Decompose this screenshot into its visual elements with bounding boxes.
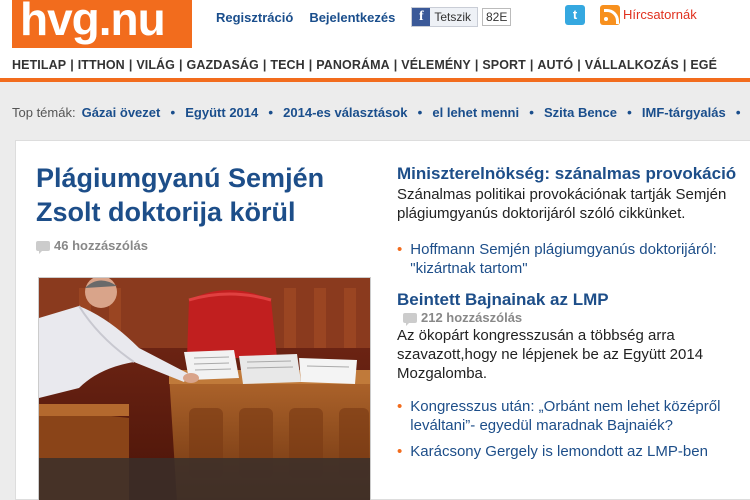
related-link[interactable]: • Kongresszus után: „Orbánt nem lehet kö… xyxy=(397,397,747,435)
topic-link[interactable]: el lehet menni xyxy=(432,105,519,120)
nav-separator: | xyxy=(529,58,534,72)
topic-link[interactable]: Gázai övezet xyxy=(82,105,161,120)
topic-link[interactable]: 2014-es választások xyxy=(283,105,407,120)
comment-bubble-icon xyxy=(403,312,417,326)
related-link-label: Karácsony Gergely is lemondott az LMP-be… xyxy=(410,443,708,460)
nav-separator: | xyxy=(682,58,687,72)
nav-item-hetilap[interactable]: HETILAP xyxy=(12,58,66,72)
topic-separator-dot: • xyxy=(417,104,423,120)
bullet-icon: • xyxy=(397,443,403,460)
story-comment-count-label: 212 hozzászólás xyxy=(421,310,523,325)
nav-item-gazdasag[interactable]: GAZDASÁG xyxy=(187,58,259,72)
story-comment-count[interactable]: 212 hozzászólás xyxy=(403,310,747,326)
nav-item-panorama[interactable]: PANORÁMA xyxy=(316,58,389,72)
nav-item-tech[interactable]: TECH xyxy=(270,58,304,72)
top-topics-bar: Top témák: Gázai övezet • Együtt 2014 • 20… xyxy=(12,104,750,120)
story-summary: Szánalmas politikai provokációnak tartjá… xyxy=(397,186,727,222)
bullet-icon: • xyxy=(397,241,403,258)
topic-separator-dot: • xyxy=(626,104,632,120)
facebook-icon: f xyxy=(412,8,431,26)
nav-separator: | xyxy=(393,58,398,72)
facebook-like-count: 82E xyxy=(482,8,512,26)
site-header: hvg.nu Regisztráció Bejelentkezés f Tets… xyxy=(0,0,750,52)
nav-item-vallalkozas[interactable]: VÁLLALKOZÁS xyxy=(585,58,679,72)
nav-separator: | xyxy=(308,58,313,72)
account-links: Regisztráció Bejelentkezés f Tetszik 82E xyxy=(216,7,512,27)
topic-separator-dot: • xyxy=(735,104,741,120)
nav-separator: | xyxy=(128,58,133,72)
site-logo[interactable]: hvg.nu xyxy=(12,0,192,48)
lead-comment-count-label: 46 hozzászólás xyxy=(54,238,148,253)
content-panel: Plágiumgyanú Semjén Zsolt doktorija körü… xyxy=(15,140,750,500)
right-column: Miniszterelnökség: szánalmas provokáció … xyxy=(397,163,747,461)
lead-article-title[interactable]: Plágiumgyanú Semjén Zsolt doktorija körü… xyxy=(36,161,366,229)
nav-item-itthon[interactable]: ITTHON xyxy=(78,58,125,72)
topic-separator-dot: • xyxy=(268,104,274,120)
nav-separator: | xyxy=(179,58,183,72)
facebook-like-button[interactable]: f Tetszik xyxy=(411,7,478,27)
nav-item-vilag[interactable]: VILÁG xyxy=(136,58,175,72)
story-title[interactable]: Beintett Bajnainak az LMP xyxy=(397,289,747,310)
rss-icon[interactable] xyxy=(600,5,620,25)
nav-separator: | xyxy=(262,58,267,72)
site-logo-text: hvg.nu xyxy=(20,0,166,45)
topic-link[interactable]: Szita Bence xyxy=(544,105,617,120)
nav-item-egeszseg[interactable]: EGÉ xyxy=(690,58,717,72)
related-link[interactable]: • Hoffmann Semjén plágiumgyanús doktorij… xyxy=(397,240,747,278)
nav-separator: | xyxy=(577,58,581,72)
parliament-photo xyxy=(39,278,370,500)
nav-item-auto[interactable]: AUTÓ xyxy=(537,58,573,72)
lead-article-photo[interactable] xyxy=(38,277,371,500)
login-link[interactable]: Bejelentkezés xyxy=(309,10,395,25)
related-link-label: Hoffmann Semjén plágiumgyanús doktorijár… xyxy=(410,241,717,277)
related-link-label: Kongresszus után: „Orbánt nem lehet közé… xyxy=(410,398,721,434)
topic-separator-dot: • xyxy=(170,104,176,120)
story-title[interactable]: Miniszterelnökség: szánalmas provokáció xyxy=(397,163,747,184)
related-link[interactable]: • Karácsony Gergely is lemondott az LMP-… xyxy=(397,442,747,461)
twitter-icon[interactable]: t xyxy=(565,5,585,25)
lead-comment-count[interactable]: 46 hozzászólás xyxy=(36,238,148,254)
topic-link[interactable]: Együtt 2014 xyxy=(185,105,258,120)
register-link[interactable]: Regisztráció xyxy=(216,10,293,25)
nav-separator: | xyxy=(474,58,479,72)
main-navigation: HETILAP | ITTHON | VILÁG | GAZDASÁG | TECH | … xyxy=(0,52,750,82)
topic-link[interactable]: IMF-tárgyalás xyxy=(642,105,726,120)
top-topics-label: Top témák: xyxy=(12,104,76,120)
nav-item-velemeny[interactable]: VÉLEMÉNY xyxy=(401,58,471,72)
comment-bubble-icon xyxy=(36,240,50,254)
topic-separator-dot: • xyxy=(529,104,534,120)
story-summary: Az ökopárt kongresszusán a többség arra … xyxy=(397,327,704,382)
facebook-like-label: Tetszik xyxy=(434,10,471,24)
rss-feeds-link[interactable]: Hírcsatornák xyxy=(623,7,697,22)
nav-separator: | xyxy=(70,58,74,72)
bullet-icon: • xyxy=(397,398,403,415)
nav-item-sport[interactable]: SPORT xyxy=(482,58,526,72)
